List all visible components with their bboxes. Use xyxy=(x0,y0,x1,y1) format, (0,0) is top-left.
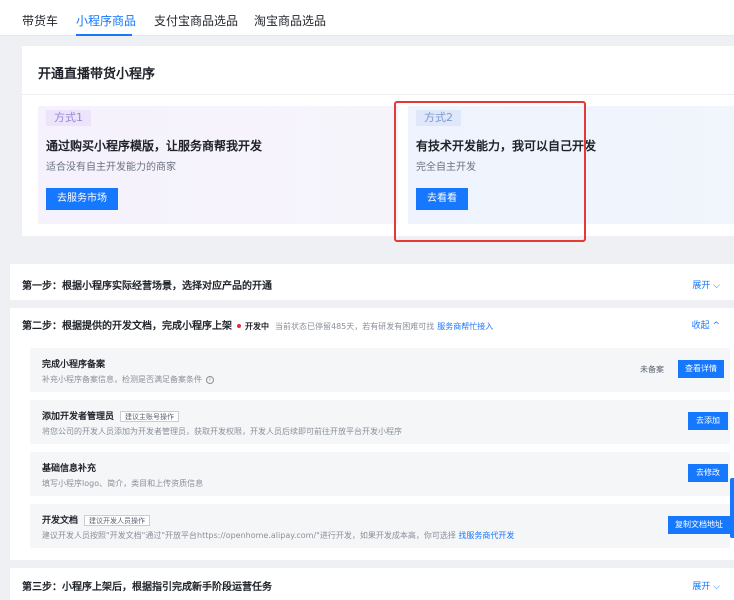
task-basic-info: 基础信息补充 填写小程序logo、简介，类目和上传资质信息 去修改 xyxy=(30,452,730,496)
edit-info-button[interactable]: 去修改 xyxy=(688,464,728,482)
tab-taobao-goods-selection[interactable]: 淘宝商品选品 xyxy=(254,12,326,29)
task-title: 开发文档 建议开发人员操作 xyxy=(42,513,151,526)
step-2-title: 第二步：根据提供的开发文档，完成小程序上架 xyxy=(22,321,232,332)
task-desc: 填写小程序logo、简介，类目和上传资质信息 xyxy=(42,479,204,488)
task-title: 添加开发者管理员 建议主账号操作 xyxy=(42,409,180,422)
task-desc: 补充小程序备案信息，检测是否满足备案条件 i xyxy=(42,374,214,385)
step-1-card: 第一步：根据小程序实际经营场景，选择对应产品的开通 展开 ⌵ xyxy=(10,264,734,300)
tab-mini-program-goods[interactable]: 小程序商品 xyxy=(76,12,136,29)
active-tab-indicator xyxy=(76,34,132,36)
task-tag: 建议开发人员操作 xyxy=(84,515,151,526)
task-desc: 建议开发人员按照"开发文档"通过"开放平台https://openhome.al… xyxy=(42,531,515,540)
side-float-tab[interactable] xyxy=(730,478,734,538)
task-title: 完成小程序备案 xyxy=(42,360,106,370)
method-2-badge: 方式2 xyxy=(416,110,461,126)
step-3-card: 第三步：小程序上架后，根据指引完成新手阶段运营任务 展开 ⌵ xyxy=(10,568,734,600)
step-1-title: 第一步：根据小程序实际经营场景，选择对应产品的开通 xyxy=(22,281,272,292)
step-2-status-note: 当前状态已停留485天，若有研发有困难可找 xyxy=(275,322,435,331)
go-see-button[interactable]: 去看看 xyxy=(416,188,468,210)
add-admin-button[interactable]: 去添加 xyxy=(688,412,728,430)
method-2-desc: 完全自主开发 xyxy=(416,162,476,173)
method-1-panel: 方式1 通过购买小程序模版，让服务商帮我开发 适合没有自主开发能力的商家 去服务… xyxy=(38,106,398,224)
status-dot xyxy=(237,323,241,328)
step-2-header: 第二步：根据提供的开发文档，完成小程序上架 开发中 当前状态已停留485天，若有研发… xyxy=(22,317,493,332)
task-mini-program-filing: 完成小程序备案 补充小程序备案信息，检测是否满足备案条件 i 未备案 查看详情 xyxy=(30,348,730,392)
top-tab-bar: 带货车 小程序商品 支付宝商品选品 淘宝商品选品 xyxy=(0,0,734,36)
info-icon[interactable]: i xyxy=(206,375,214,384)
method-2-title: 有技术开发能力，我可以自己开发 xyxy=(416,139,597,153)
open-card-title: 开通直播带货小程序 xyxy=(38,67,156,82)
step-3-expand-toggle[interactable]: 展开 ⌵ xyxy=(692,579,720,592)
step-1-expand-toggle[interactable]: 展开 ⌵ xyxy=(692,278,720,291)
method-2-panel: 方式2 有技术开发能力，我可以自己开发 完全自主开发 去看看 xyxy=(408,106,734,224)
task-desc: 将您公司的开发人员添加为开发者管理员，获取开发权限，开发人员后续即可前往开放平台… xyxy=(42,427,402,436)
step-2-card: 第二步：根据提供的开发文档，完成小程序上架 开发中 当前状态已停留485天，若有研发… xyxy=(10,308,734,560)
method-1-title: 通过购买小程序模版，让服务商帮我开发 xyxy=(46,139,263,153)
find-service-provider-link[interactable]: 找服务商代开发 xyxy=(458,531,514,540)
step-2-collapse-toggle[interactable]: 收起 ^ xyxy=(692,318,720,331)
task-add-dev-admin: 添加开发者管理员 建议主账号操作 将您公司的开发人员添加为开发者管理员，获取开发权… xyxy=(30,400,730,444)
filing-status: 未备案 xyxy=(640,365,664,374)
go-service-market-button[interactable]: 去服务市场 xyxy=(46,188,118,210)
tab-goods-cart[interactable]: 带货车 xyxy=(22,12,58,29)
step-2-status: 开发中 xyxy=(245,322,269,331)
task-tag: 建议主账号操作 xyxy=(120,411,180,422)
step-3-title: 第三步：小程序上架后，根据指引完成新手阶段运营任务 xyxy=(22,582,272,593)
task-title: 基础信息补充 xyxy=(42,464,97,474)
divider xyxy=(22,94,734,95)
task-dev-docs: 开发文档 建议开发人员操作 建议开发人员按照"开发文档"通过"开放平台https:… xyxy=(30,504,730,548)
copy-doc-url-button[interactable]: 复制文档地址 xyxy=(668,516,730,534)
service-provider-help-link[interactable]: 服务商帮忙接入 xyxy=(437,322,493,331)
tab-alipay-goods-selection[interactable]: 支付宝商品选品 xyxy=(154,12,238,29)
view-details-button[interactable]: 查看详情 xyxy=(678,360,724,378)
open-mini-program-card: 开通直播带货小程序 方式1 通过购买小程序模版，让服务商帮我开发 适合没有自主开… xyxy=(22,46,734,236)
method-1-desc: 适合没有自主开发能力的商家 xyxy=(46,162,176,173)
method-1-badge: 方式1 xyxy=(46,110,91,126)
